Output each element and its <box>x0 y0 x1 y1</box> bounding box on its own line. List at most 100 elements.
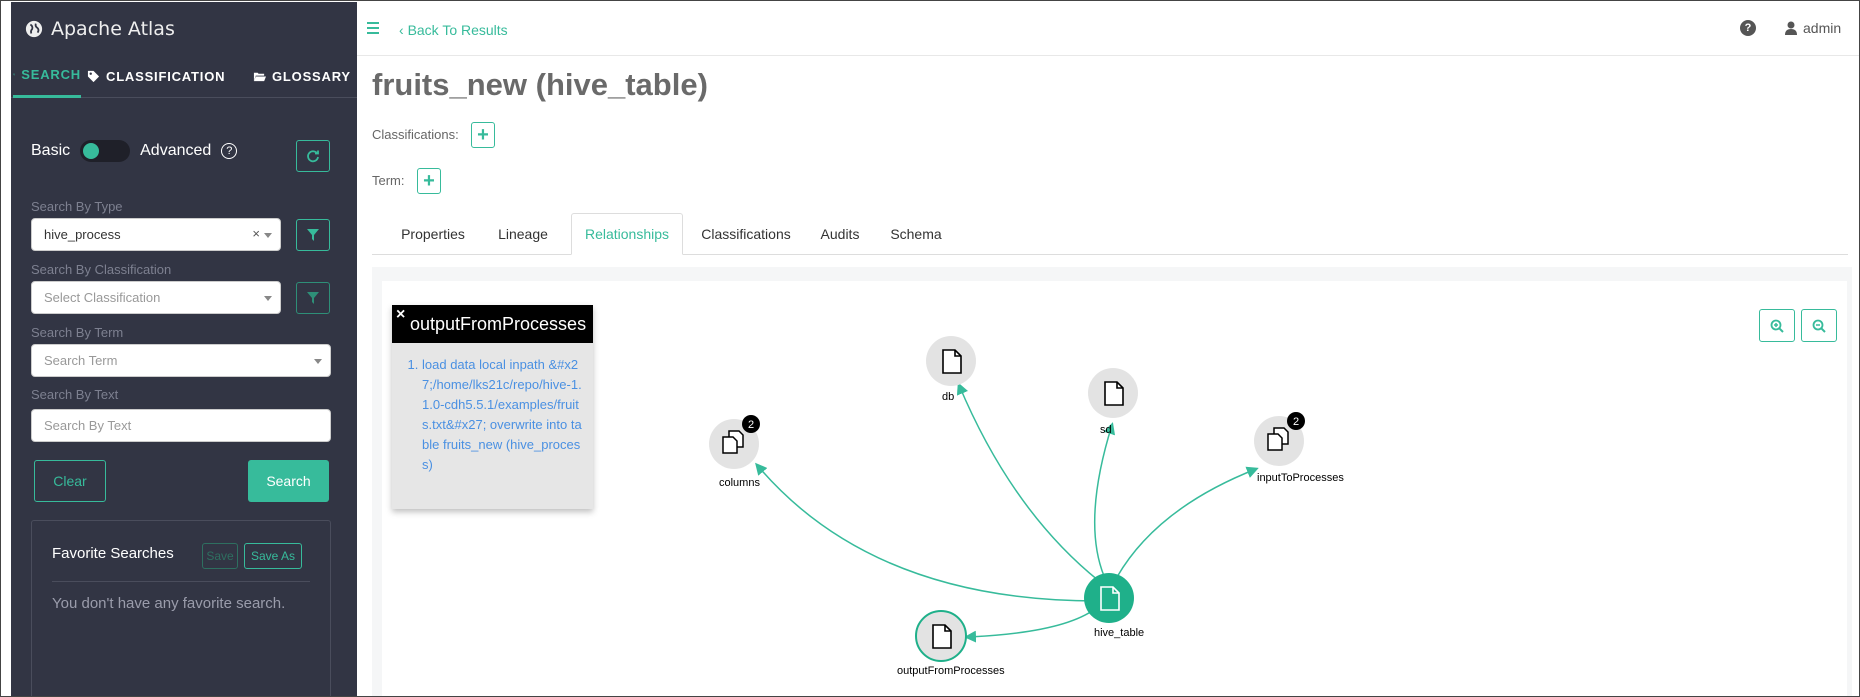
edge-to-outputFromProcesses <box>964 608 1096 643</box>
graph-node-inputToProcesses[interactable]: 2 inputToProcesses <box>1254 412 1344 484</box>
question-circle-icon[interactable]: ? <box>221 143 238 159</box>
tab-glossary-label: GLOSSARY <box>272 68 351 84</box>
add-classification-button[interactable]: + <box>471 122 495 148</box>
relationship-graph[interactable]: db sd 2 columns 2 inputToProcesses hive_… <box>382 281 1847 696</box>
popup-body: load data local inpath &#x27;/home/lks21… <box>392 343 593 475</box>
edge-to-columns <box>755 462 1098 602</box>
filter-icon <box>307 229 319 241</box>
search-by-text-label: Search By Text <box>31 387 119 402</box>
graph-node-sd[interactable]: sd <box>1088 368 1138 436</box>
search-by-term-label: Search By Term <box>31 325 124 340</box>
page-title: fruits_new (hive_table) <box>372 67 708 102</box>
popup-list: load data local inpath &#x27;/home/lks21… <box>422 355 583 475</box>
edge-to-db <box>956 382 1100 582</box>
search-mode-toggle[interactable] <box>80 140 131 162</box>
term-label: Term: <box>372 173 405 188</box>
add-term-button[interactable]: + <box>417 168 441 194</box>
graph-node-columns[interactable]: 2 columns <box>709 415 760 489</box>
refresh-button[interactable] <box>296 140 330 172</box>
clear-selection-icon[interactable]: × <box>252 226 260 241</box>
tab-search[interactable]: SEARCH <box>13 54 81 98</box>
sidebar-tabs: SEARCH CLASSIFICATION GLOSSARY <box>11 54 357 98</box>
classification-placeholder: Select Classification <box>44 290 161 305</box>
edge-to-inputToProcesses <box>1116 466 1259 578</box>
tab-properties[interactable]: Properties <box>392 213 474 255</box>
tab-relationships[interactable]: Relationships <box>571 213 683 255</box>
node-badge-inputToProcesses: 2 <box>1293 416 1299 428</box>
divider <box>52 581 310 582</box>
search-by-type-label: Search By Type <box>31 199 123 214</box>
tab-schema[interactable]: Schema <box>886 213 946 255</box>
tab-glossary[interactable]: GLOSSARY <box>253 54 351 98</box>
graph-node-hive_table[interactable]: hive_table <box>1084 573 1144 639</box>
list-item[interactable]: load data local inpath &#x27;/home/lks21… <box>422 355 583 475</box>
relationship-popup: × outputFromProcesses load data local in… <box>392 305 593 509</box>
search-by-classification-select[interactable]: Select Classification <box>31 281 281 314</box>
clear-button[interactable]: Clear <box>34 460 106 502</box>
save-as-favorite-button[interactable]: Save As <box>244 543 302 569</box>
plus-icon: + <box>477 124 489 146</box>
chevron-left-icon: ‹ <box>399 22 408 38</box>
relationships-panel: db sd 2 columns 2 inputToProcesses hive_… <box>372 267 1852 696</box>
graph-node-outputFromProcesses[interactable]: outputFromProcesses <box>897 610 1005 677</box>
tab-classification[interactable]: CLASSIFICATION <box>87 54 225 98</box>
tab-search-label: SEARCH <box>21 67 81 82</box>
username: admin <box>1803 20 1842 36</box>
help-icon[interactable]: ? <box>1740 20 1756 36</box>
favorites-empty-text: You don't have any favorite search. <box>52 595 286 612</box>
zoom-out-icon <box>1812 319 1826 333</box>
type-filter-button[interactable] <box>296 219 330 251</box>
back-to-results-link[interactable]: ‹ Back To Results <box>399 22 508 38</box>
search-icon <box>13 73 16 76</box>
hamburger-menu-icon[interactable] <box>367 22 379 34</box>
app-window: Apache Atlas SEARCH CLASSIFICATION GLOSS… <box>0 0 1860 697</box>
node-label-sd: sd <box>1100 424 1112 436</box>
popup-item-link[interactable]: load data local inpath &#x27;/home/lks21… <box>422 357 582 472</box>
top-bar: ‹ Back To Results ? admin <box>357 2 1859 56</box>
zoom-in-button[interactable] <box>1759 309 1795 342</box>
app-title: Apache Atlas <box>51 18 175 40</box>
user-menu[interactable]: admin <box>1785 20 1841 36</box>
search-by-classification-label: Search By Classification <box>31 262 172 277</box>
zoom-out-button[interactable] <box>1801 309 1837 342</box>
node-label-columns: columns <box>719 477 760 489</box>
search-by-term-select[interactable]: Search Term <box>31 344 331 377</box>
chevron-down-icon <box>264 233 272 238</box>
advanced-label: Advanced <box>140 142 212 159</box>
folder-open-icon <box>253 72 266 81</box>
graph-node-db[interactable]: db <box>926 336 976 403</box>
favorite-searches-panel: Favorite Searches Save Save As You don't… <box>31 520 331 696</box>
user-icon <box>1785 21 1797 35</box>
filter-icon <box>307 292 319 304</box>
tab-lineage[interactable]: Lineage <box>492 213 554 255</box>
brand[interactable]: Apache Atlas <box>25 18 175 40</box>
tab-classification-label: CLASSIFICATION <box>106 68 226 84</box>
entity-tabs: Properties Lineage Relationships Classif… <box>372 213 1848 255</box>
classifications-label: Classifications: <box>372 127 459 142</box>
tags-icon <box>87 70 100 82</box>
node-badge-columns: 2 <box>748 419 754 431</box>
node-label-hive_table: hive_table <box>1094 627 1144 639</box>
node-label-db: db <box>942 391 954 403</box>
tab-audits[interactable]: Audits <box>812 213 868 255</box>
search-button[interactable]: Search <box>248 460 329 502</box>
globe-icon <box>25 20 43 38</box>
tab-classifications[interactable]: Classifications <box>696 213 796 255</box>
text-placeholder: Search By Text <box>44 418 132 433</box>
refresh-icon <box>307 150 319 163</box>
search-by-type-select[interactable]: hive_process × <box>31 218 281 251</box>
save-favorite-button[interactable]: Save <box>202 543 238 569</box>
classification-filter-button[interactable] <box>296 282 330 314</box>
node-label-outputFromProcesses: outputFromProcesses <box>897 665 1005 677</box>
term-placeholder: Search Term <box>44 353 118 368</box>
search-by-text-input[interactable]: Search By Text <box>31 409 331 442</box>
back-to-results-label: Back To Results <box>407 22 508 38</box>
zoom-in-icon <box>1770 319 1784 333</box>
search-by-type-value: hive_process <box>44 227 121 242</box>
popup-header: × outputFromProcesses <box>392 305 593 343</box>
close-icon[interactable]: × <box>396 306 405 324</box>
edge-to-sd <box>1094 422 1116 577</box>
chevron-down-icon <box>314 359 322 364</box>
chevron-down-icon <box>264 296 272 301</box>
basic-label: Basic <box>31 142 71 159</box>
